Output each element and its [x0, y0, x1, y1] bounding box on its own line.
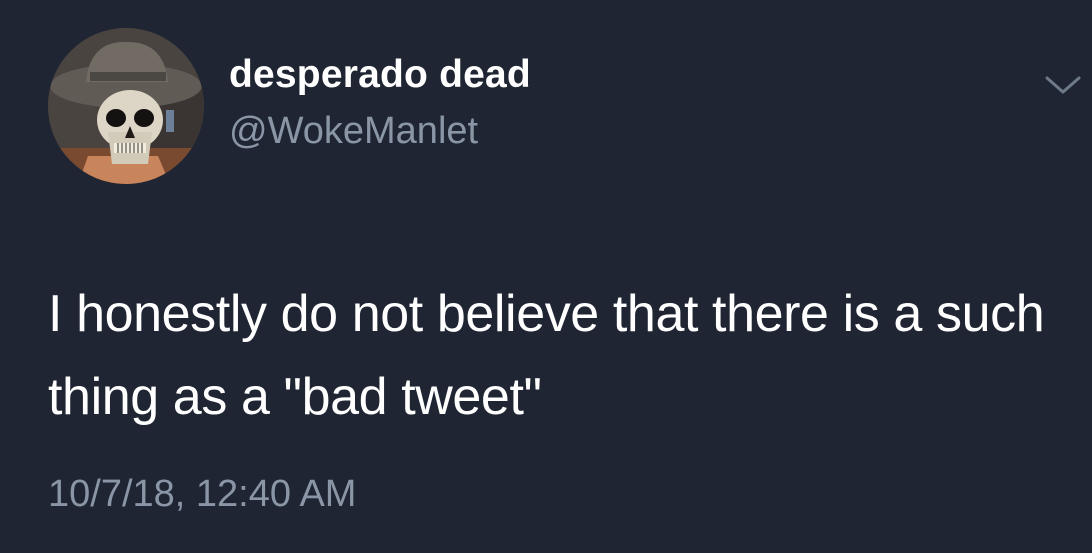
tweet-text: I honestly do not believe that there is …: [48, 285, 1045, 426]
avatar[interactable]: [48, 28, 204, 184]
skeleton-cowboy-avatar-image: [48, 28, 204, 184]
user-handle[interactable]: @WokeManlet: [229, 110, 478, 153]
tweet-timestamp[interactable]: 10/7/18, 12:40 AM: [48, 473, 356, 516]
chevron-down-icon[interactable]: [1043, 70, 1083, 98]
tweet-card: desperado dead @WokeManlet I honestly do…: [0, 0, 1092, 553]
display-name[interactable]: desperado dead: [229, 53, 531, 97]
